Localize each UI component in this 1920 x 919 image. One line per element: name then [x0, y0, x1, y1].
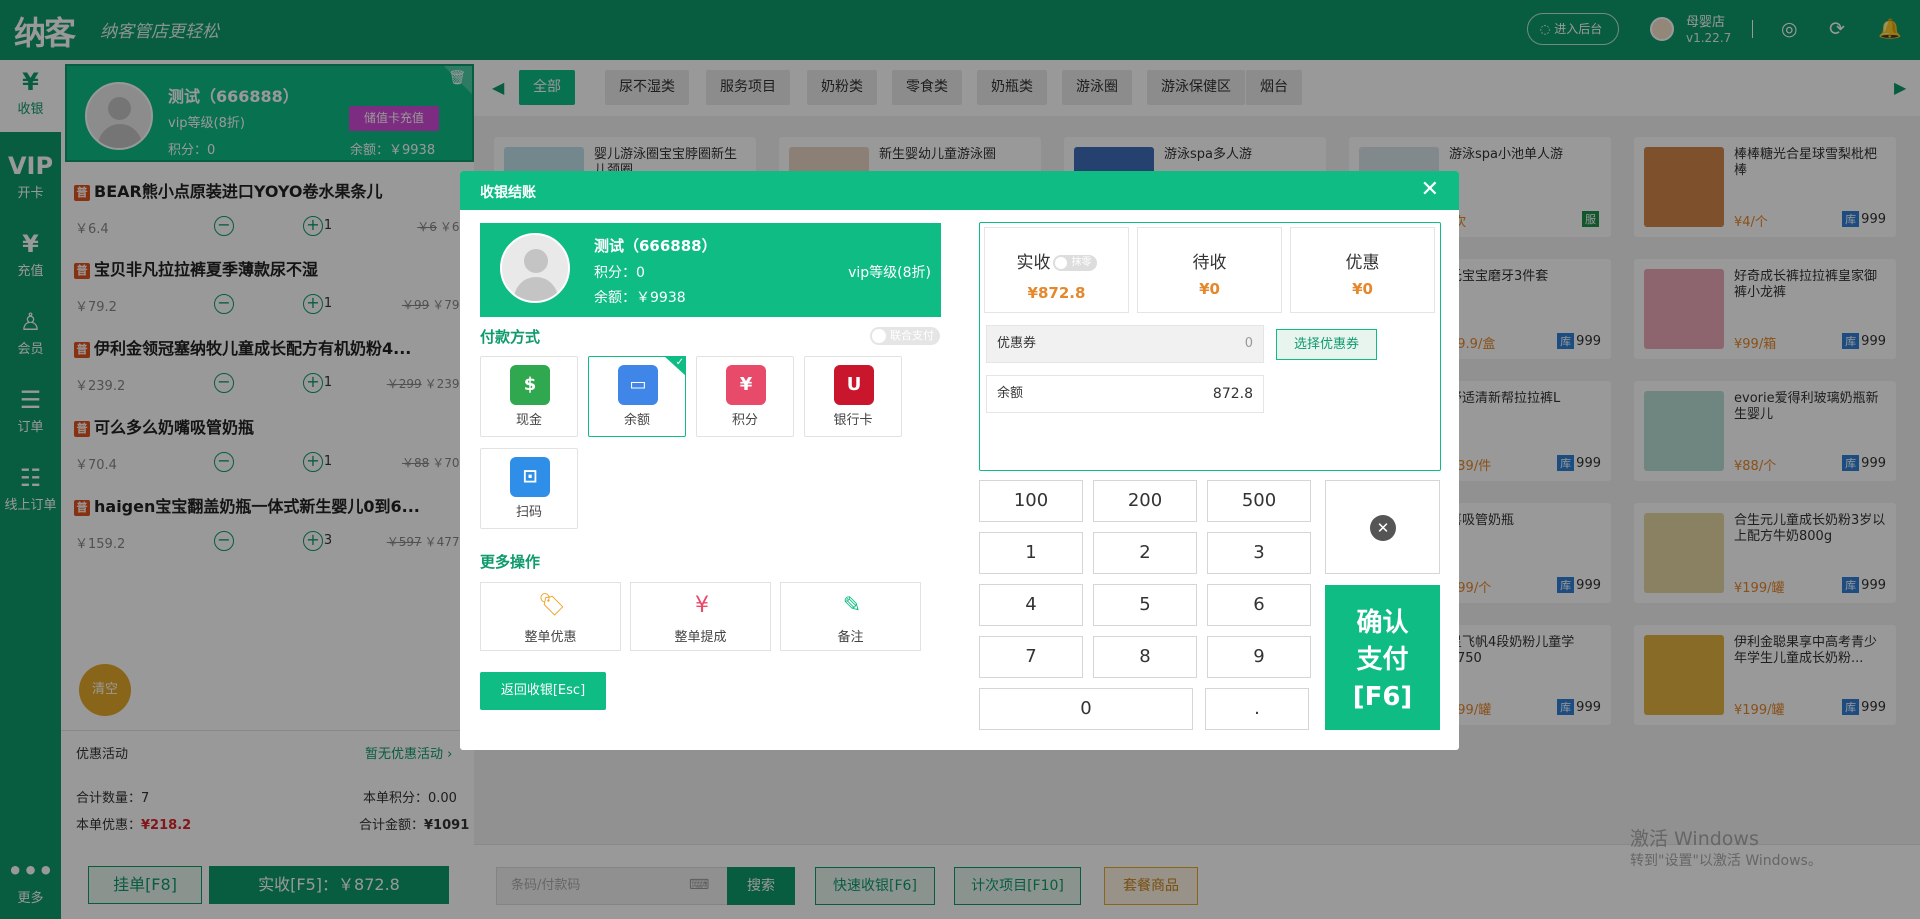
keypad-5[interactable]: 5 [1093, 584, 1197, 626]
pending-label: 待收 [1192, 253, 1227, 273]
scan-icon: ⊡ [510, 457, 550, 497]
combined-pay-toggle[interactable]: 联合支付 [870, 327, 940, 345]
pay-method-scan[interactable]: ⊡ 扫码 [480, 448, 578, 529]
member-name: 测试（666888） [594, 237, 717, 255]
tag-icon: 🏷 [538, 593, 566, 618]
keypad-100[interactable]: 100 [979, 480, 1083, 522]
pay-method-cash[interactable]: $ 现金 [480, 356, 578, 437]
received-label: 实收 抹零 [985, 248, 1128, 273]
edit-icon: ✎ [842, 593, 862, 618]
balance-amount-field[interactable]: 余额 872.8 [986, 375, 1264, 413]
keypad-8[interactable]: 8 [1093, 636, 1197, 678]
confirm-label-line1: 确认 [1356, 608, 1409, 638]
keypad-6[interactable]: 6 [1207, 584, 1311, 626]
round-off-toggle[interactable]: 抹零 [1052, 255, 1097, 271]
keypad-200[interactable]: 200 [1093, 480, 1197, 522]
keypad-9[interactable]: 9 [1207, 636, 1311, 678]
pay-method-points[interactable]: ¥ 积分 [696, 356, 794, 437]
received-label-text: 实收 [1016, 253, 1051, 273]
backspace-button[interactable]: ✕ [1325, 480, 1440, 574]
order-commission-button[interactable]: ¥ 整单提成 [630, 582, 771, 651]
keypad-7[interactable]: 7 [979, 636, 1083, 678]
received-value: ¥872.8 [1027, 284, 1086, 302]
wallet-icon: ▭ [618, 365, 658, 405]
cash-icon: $ [510, 365, 550, 405]
pay-method-label: 扫码 [515, 505, 542, 520]
keypad-0[interactable]: 0 [979, 688, 1193, 730]
confirm-label-line3: [F6] [1352, 682, 1413, 712]
coupon-value: 0 [1244, 336, 1253, 351]
return-to-cashier-button[interactable]: 返回收银[Esc] [480, 672, 606, 710]
remark-button[interactable]: ✎ 备注 [780, 582, 921, 651]
pending-box: 待收 ¥0 [1137, 227, 1282, 313]
dialog-title: 收银结账 [480, 185, 536, 201]
payment-summary-panel: 实收 抹零 ¥872.8 待收 ¥0 优惠 ¥0 优惠券 0 选择优惠券 余额 872… [979, 222, 1441, 471]
received-box: 实收 抹零 ¥872.8 [984, 227, 1129, 313]
more-action-label: 整单优惠 [524, 630, 577, 645]
checkout-dialog: 收银结账 ✕ 测试（666888） 积分：0 余额：￥9938 vip等级(8折… [460, 171, 1459, 750]
confirm-label-line2: 支付 [1356, 645, 1409, 675]
keypad-1[interactable]: 1 [979, 532, 1083, 574]
keypad-4[interactable]: 4 [979, 584, 1083, 626]
member-balance: 余额：￥9938 [594, 290, 686, 306]
keypad-2[interactable]: 2 [1093, 532, 1197, 574]
balance-value: 872.8 [1212, 386, 1253, 402]
unionpay-icon: U [834, 365, 874, 405]
discount-box: 优惠 ¥0 [1290, 227, 1435, 313]
keypad-3[interactable]: 3 [1207, 532, 1311, 574]
member-avatar [500, 233, 570, 303]
money-bag-icon: ¥ [695, 593, 709, 618]
close-icon[interactable]: ✕ [1421, 177, 1439, 202]
pending-value: ¥0 [1199, 280, 1220, 298]
dialog-header: 收银结账 ✕ [460, 171, 1459, 210]
keypad-dot[interactable]: . [1205, 688, 1309, 730]
discount-value: ¥0 [1352, 280, 1373, 298]
more-actions-title: 更多操作 [480, 553, 541, 571]
more-action-label: 整单提成 [674, 630, 727, 645]
pay-method-label: 余额 [623, 413, 650, 428]
coupon-field[interactable]: 优惠券 0 [986, 325, 1264, 363]
keypad-500[interactable]: 500 [1207, 480, 1311, 522]
pay-method-label: 银行卡 [833, 413, 873, 428]
pay-method-balance[interactable]: ▭ 余额 [588, 356, 686, 437]
member-points: 积分：0 [594, 265, 645, 281]
payment-method-title: 付款方式 [480, 328, 541, 346]
select-coupon-button[interactable]: 选择优惠券 [1276, 329, 1377, 360]
discount-label: 优惠 [1345, 253, 1380, 273]
pay-method-bank-card[interactable]: U 银行卡 [804, 356, 902, 437]
member-vip-level: vip等级(8折) [848, 265, 931, 281]
more-action-label: 备注 [837, 630, 864, 645]
pay-method-label: 现金 [515, 413, 542, 428]
pay-method-label: 积分 [731, 413, 758, 428]
dialog-member-card: 测试（666888） 积分：0 余额：￥9938 vip等级(8折) [480, 223, 941, 317]
order-discount-button[interactable]: 🏷 整单优惠 [480, 582, 621, 651]
confirm-pay-button[interactable]: 确认 支付 [F6] [1325, 585, 1440, 730]
delete-icon: ✕ [1370, 515, 1396, 541]
coupon-label: 优惠券 [997, 336, 1037, 351]
points-bag-icon: ¥ [726, 365, 766, 405]
balance-label: 余额 [997, 386, 1024, 401]
